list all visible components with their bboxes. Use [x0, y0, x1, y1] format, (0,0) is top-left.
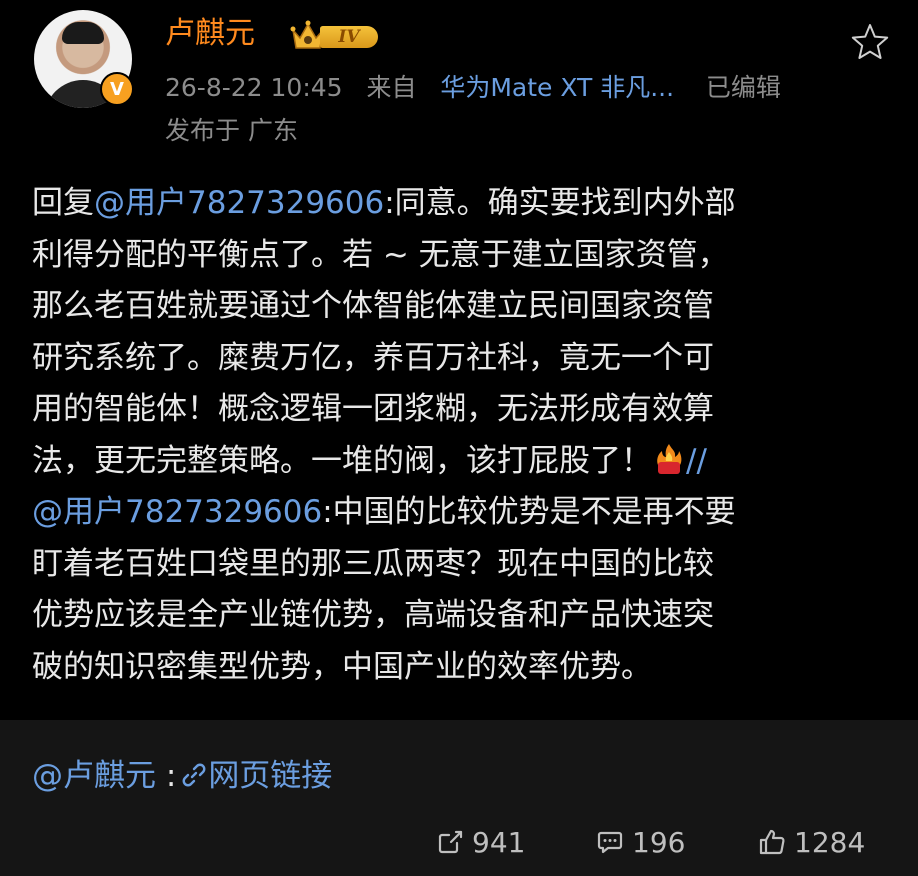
author-name[interactable]: 卢麒元 [165, 14, 255, 54]
post-meta: 26-8-22 10:45 来自 华为Mate XT 非凡... 已编辑 [165, 70, 781, 106]
comment-button[interactable]: 196 [596, 820, 685, 864]
body-line: 优势应该是全产业链优势，高端设备和产品快速突 [32, 597, 714, 633]
user-mention[interactable]: @用户7827329606 [94, 185, 384, 221]
comment-icon [597, 831, 623, 854]
body-line: 利得分配的平衡点了。若 ~ 无意于建立国家资管， [32, 236, 729, 273]
post-timestamp: 26-8-22 10:45 [165, 73, 343, 102]
source-separator [156, 758, 166, 794]
like-button[interactable]: 1284 [758, 820, 865, 864]
fire-emoji-icon [657, 443, 682, 474]
body-line: 盯着老百姓口袋里的那三瓜两枣？现在中国的比较 [32, 545, 714, 582]
reply-prefix: 回复 [32, 185, 94, 221]
body-line: 用的智能体！概念逻辑一团浆糊，无法形成有效算 [32, 391, 714, 427]
post-header: V 卢麒元 IV 26-8-22 10:45 来自 华为Mate XT 非凡..… [0, 0, 918, 160]
repost-icon [438, 830, 463, 854]
post-body: 回复@用户7827329606:同意。确实要找到内外部 利得分配的平衡点了。若 … [32, 178, 882, 693]
body-line: 回复@用户7827329606:同意。确实要找到内外部 [32, 185, 736, 221]
star-icon[interactable] [850, 22, 890, 62]
like-icon [759, 829, 785, 855]
repost-button[interactable]: 941 [436, 820, 525, 864]
comment-count: 196 [632, 825, 686, 859]
link-icon [182, 763, 206, 787]
device-link[interactable]: 华为Mate XT 非凡... [440, 73, 674, 102]
level-badge[interactable]: IV [290, 18, 388, 52]
repost-separator: // [686, 442, 707, 479]
author-mention[interactable]: @卢麒元 [32, 758, 156, 794]
avatar[interactable]: V [34, 10, 134, 108]
edited-label[interactable]: 已编辑 [706, 73, 781, 102]
from-label: 来自 [366, 73, 417, 102]
body-line: @用户7827329606:中国的比较优势是不是再不要 [32, 494, 736, 530]
body-line: 那么老百姓就要通过个体智能体建立民间国家资管 [32, 288, 714, 324]
source-colon: : [165, 758, 177, 794]
body-line: 法，更无完整策略。一堆的阀，该打屁股了！ // [32, 442, 707, 479]
source-line: @卢麒元 : 网页链接 [32, 756, 332, 796]
web-link[interactable]: 网页链接 [208, 758, 332, 794]
verified-icon: V [100, 72, 134, 106]
like-count: 1284 [794, 825, 866, 859]
repost-count: 941 [472, 825, 526, 859]
action-bar: 941 196 1284 [0, 820, 918, 864]
body-line: 研究系统了。糜费万亿，养百万社科，竟无一个可 [32, 339, 714, 376]
body-line: 破的知识密集型优势，中国产业的效率优势。 [32, 648, 652, 685]
user-mention[interactable]: @用户7827329606 [32, 494, 322, 530]
level-label: IV [320, 26, 378, 48]
post-location: 发布于 广东 [165, 116, 298, 145]
